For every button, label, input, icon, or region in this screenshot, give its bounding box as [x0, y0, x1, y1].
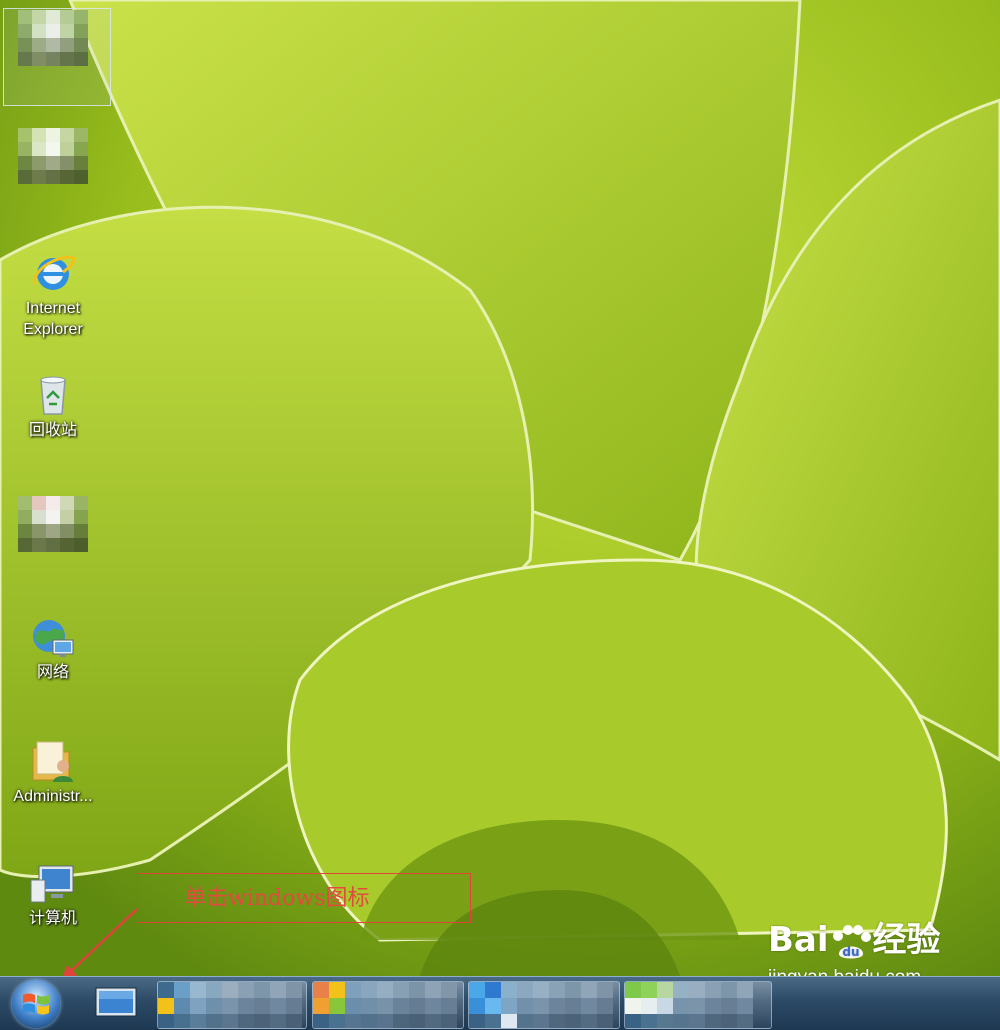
- desktop-icon-administrator[interactable]: Administr...: [3, 738, 103, 808]
- selection-frame: [3, 8, 111, 106]
- network-globe-icon: [33, 620, 74, 657]
- desktop-icon-network[interactable]: 网络: [3, 614, 103, 684]
- taskbar-button-2[interactable]: [312, 981, 464, 1029]
- watermark-brand: Bai du 经验: [768, 920, 1000, 960]
- pixelated-icon: [18, 128, 88, 184]
- taskbar: [0, 976, 1000, 1030]
- taskbar-button-ie[interactable]: [157, 981, 307, 1029]
- desktop-icon-blurred-2[interactable]: [3, 128, 103, 184]
- icon-label-line2: Explorer: [23, 321, 83, 338]
- watermark-brand-right: 经验: [872, 920, 941, 960]
- annotation-arrow-icon: [61, 908, 138, 981]
- baidu-paw-icon: du: [832, 924, 871, 959]
- annotation-callout: 单击windows图标: [137, 873, 471, 923]
- computer-icon: [30, 865, 74, 903]
- monitor-icon: [95, 987, 137, 1017]
- watermark-brand-left: Bai: [768, 920, 829, 960]
- desktop-icon-internet-explorer[interactable]: Internet Explorer: [3, 250, 103, 341]
- icon-label: 回收站: [28, 422, 77, 439]
- annotation-text: 单击windows图标: [184, 886, 370, 911]
- desktop-wallpaper: [0, 0, 1000, 976]
- svg-text:du: du: [842, 945, 859, 959]
- pixelated-icon: [18, 496, 88, 552]
- user-folder-icon: [32, 741, 73, 782]
- show-desktop-button[interactable]: [95, 986, 137, 1020]
- start-button[interactable]: [12, 980, 60, 1028]
- recycle-bin-icon: [40, 376, 66, 415]
- icon-label: Administr...: [13, 788, 93, 805]
- pixelated-taskbar-content: [469, 982, 613, 1028]
- icon-label-line1: Internet: [25, 300, 81, 317]
- pixelated-taskbar-content: [313, 982, 457, 1028]
- desktop-icon-recycle-bin[interactable]: 回收站: [3, 372, 103, 442]
- internet-explorer-icon: [33, 255, 76, 290]
- pixelated-taskbar-content: [625, 982, 753, 1028]
- icon-label: 网络: [36, 664, 69, 681]
- desktop-icon-blurred-3[interactable]: [3, 496, 103, 552]
- desktop-icon-blurred-1[interactable]: [3, 4, 111, 106]
- taskbar-button-4[interactable]: [624, 981, 772, 1029]
- pixelated-taskbar-content: [158, 982, 302, 1028]
- windows-logo-icon: [23, 993, 49, 1015]
- taskbar-button-3[interactable]: [468, 981, 620, 1029]
